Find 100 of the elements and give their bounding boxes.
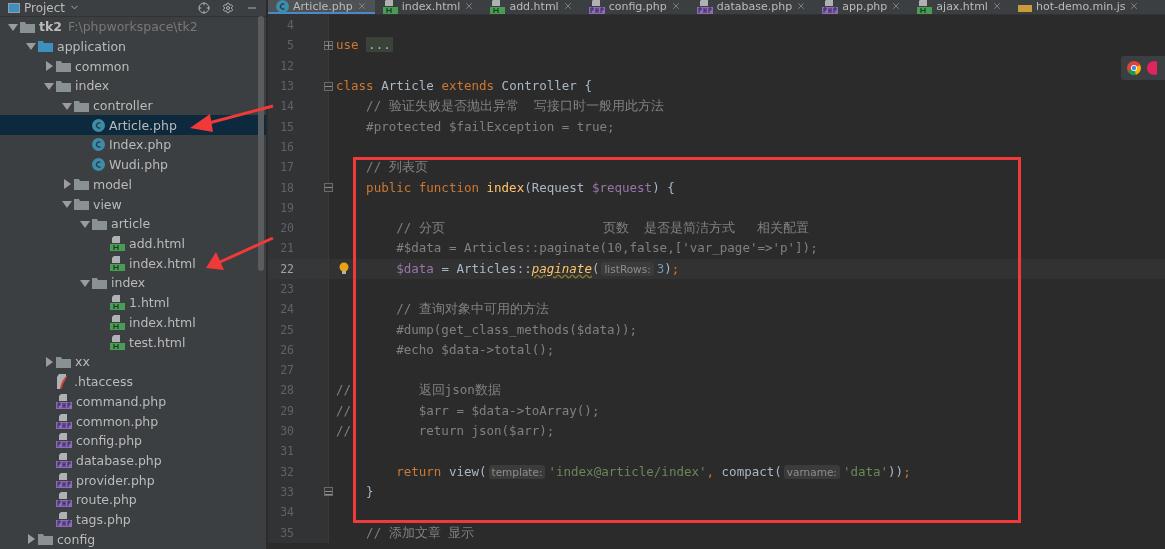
tree-item[interactable]: provider.php (0, 470, 266, 490)
tree-item[interactable]: tk2 F:\phpworkspace\tk2 (0, 16, 266, 37)
close-icon[interactable] (670, 1, 681, 11)
close-icon[interactable] (562, 1, 573, 11)
locate-icon[interactable] (198, 1, 210, 14)
editor-tab[interactable]: hot-demo.min.js (1009, 0, 1148, 14)
folder-icon (20, 20, 35, 33)
code-text: #dump(get_class_methods($data)); (396, 321, 638, 337)
expanded-arrow-icon[interactable] (62, 199, 72, 210)
tree-item[interactable]: tags.php (0, 509, 266, 530)
scrollbar[interactable] (258, 16, 264, 271)
expanded-arrow-icon[interactable] (26, 41, 36, 52)
close-icon[interactable] (991, 1, 1002, 11)
editor-tab[interactable]: index.html (374, 0, 483, 14)
html-file-icon (382, 0, 398, 14)
lightbulb-icon[interactable] (339, 262, 349, 276)
code-text: public function (366, 179, 479, 195)
expanded-arrow-icon[interactable] (62, 100, 72, 111)
editor-tab[interactable]: ajax.html (909, 0, 1010, 14)
code-text: // (336, 423, 352, 439)
tree-item[interactable]: command.php (0, 391, 266, 412)
parameter-hint: varname: (783, 464, 840, 479)
editor-tab[interactable]: Article.php (268, 0, 375, 14)
tree-item[interactable]: view (0, 194, 266, 214)
code-text: use (336, 37, 359, 53)
html-file-icon (917, 0, 933, 14)
class-icon (92, 158, 105, 172)
code-text: ) (664, 260, 672, 276)
class-icon (92, 138, 105, 152)
tree-item[interactable]: xx (0, 352, 266, 372)
html-file-icon (110, 255, 125, 271)
folder-icon (92, 217, 107, 230)
expanded-arrow-icon[interactable] (44, 80, 54, 91)
tree-item[interactable]: application (0, 36, 266, 57)
tree-item[interactable]: Article.php (0, 115, 266, 136)
parameter-hint: listRows: (601, 261, 654, 276)
expanded-arrow-icon[interactable] (80, 218, 90, 229)
parameter-hint: template: (488, 464, 546, 479)
code-text: )) (888, 463, 904, 479)
close-icon[interactable] (1129, 1, 1140, 11)
editor-tab[interactable]: config.php (580, 0, 689, 14)
code-text: Article (381, 78, 434, 94)
folder-icon (74, 99, 89, 112)
tree-item[interactable]: database.php (0, 450, 266, 471)
tree-item[interactable]: route.php (0, 490, 266, 510)
close-icon[interactable] (796, 1, 807, 11)
collapsed-arrow-icon[interactable] (62, 179, 72, 190)
close-icon[interactable] (356, 1, 367, 11)
tree-item[interactable]: config (0, 529, 266, 549)
code-text: return json($arr); (418, 423, 555, 439)
tree-item[interactable]: add.html (0, 233, 266, 254)
tree-item[interactable]: config.php (0, 430, 266, 451)
folder-icon (56, 60, 71, 73)
close-icon[interactable] (464, 1, 475, 11)
expanded-arrow-icon[interactable] (80, 277, 90, 288)
html-file-icon (110, 334, 125, 350)
tree-item[interactable]: test.html (0, 332, 266, 352)
code-text: 'index@article/index' (548, 463, 707, 479)
php-file-icon (56, 472, 72, 488)
folder-icon (92, 276, 107, 289)
collapsed-arrow-icon[interactable] (44, 356, 54, 367)
tree-item[interactable]: index.html (0, 253, 266, 274)
tree-item[interactable]: index (0, 273, 266, 293)
tree-item[interactable]: common.php (0, 411, 266, 431)
code-text: 返回json数据 (418, 382, 501, 398)
panel-title[interactable]: Project (24, 0, 66, 15)
tree-item[interactable]: Index.php (0, 135, 266, 155)
settings-icon[interactable] (222, 1, 234, 14)
collapsed-arrow-icon[interactable] (44, 61, 54, 72)
tree-item[interactable]: common (0, 56, 266, 76)
tree-item[interactable]: .htaccess (0, 371, 266, 392)
folder-icon (56, 355, 71, 368)
code-text: // 列表页 (366, 159, 428, 175)
tree-item[interactable]: model (0, 174, 266, 195)
tree-item[interactable]: index.html (0, 312, 266, 333)
editor-tab[interactable]: database.php (688, 0, 815, 14)
class-icon (276, 0, 289, 13)
editor-tab[interactable]: add.html (482, 0, 581, 14)
code-text: // 分页 页数 是否是简洁方式 相关配置 (396, 220, 810, 236)
code-text: = Articles:: (441, 260, 532, 276)
feather-file-icon (56, 374, 70, 390)
close-icon[interactable] (891, 1, 902, 11)
folded-code[interactable]: ... (366, 37, 393, 53)
fold-marker-icon[interactable] (324, 487, 333, 497)
fold-marker-icon[interactable] (324, 81, 333, 91)
code-text: ( (591, 260, 600, 276)
code-text: ; (903, 463, 911, 479)
collapsed-arrow-icon[interactable] (26, 534, 36, 545)
tree-item[interactable]: article (0, 213, 266, 234)
tree-item[interactable]: Wudi.php (0, 154, 266, 175)
expanded-arrow-icon[interactable] (8, 21, 18, 32)
folder-icon (74, 178, 89, 191)
tree-item[interactable]: controller (0, 95, 266, 116)
code-text: (Request (524, 179, 585, 195)
tree-item[interactable]: index (0, 75, 266, 96)
tree-item[interactable]: 1.html (0, 292, 266, 313)
code-text: // 添加文章 显示 (366, 524, 475, 540)
editor-tab[interactable]: app.php (814, 0, 910, 14)
fold-marker-icon[interactable] (324, 183, 333, 192)
fold-marker-icon[interactable] (324, 40, 333, 50)
